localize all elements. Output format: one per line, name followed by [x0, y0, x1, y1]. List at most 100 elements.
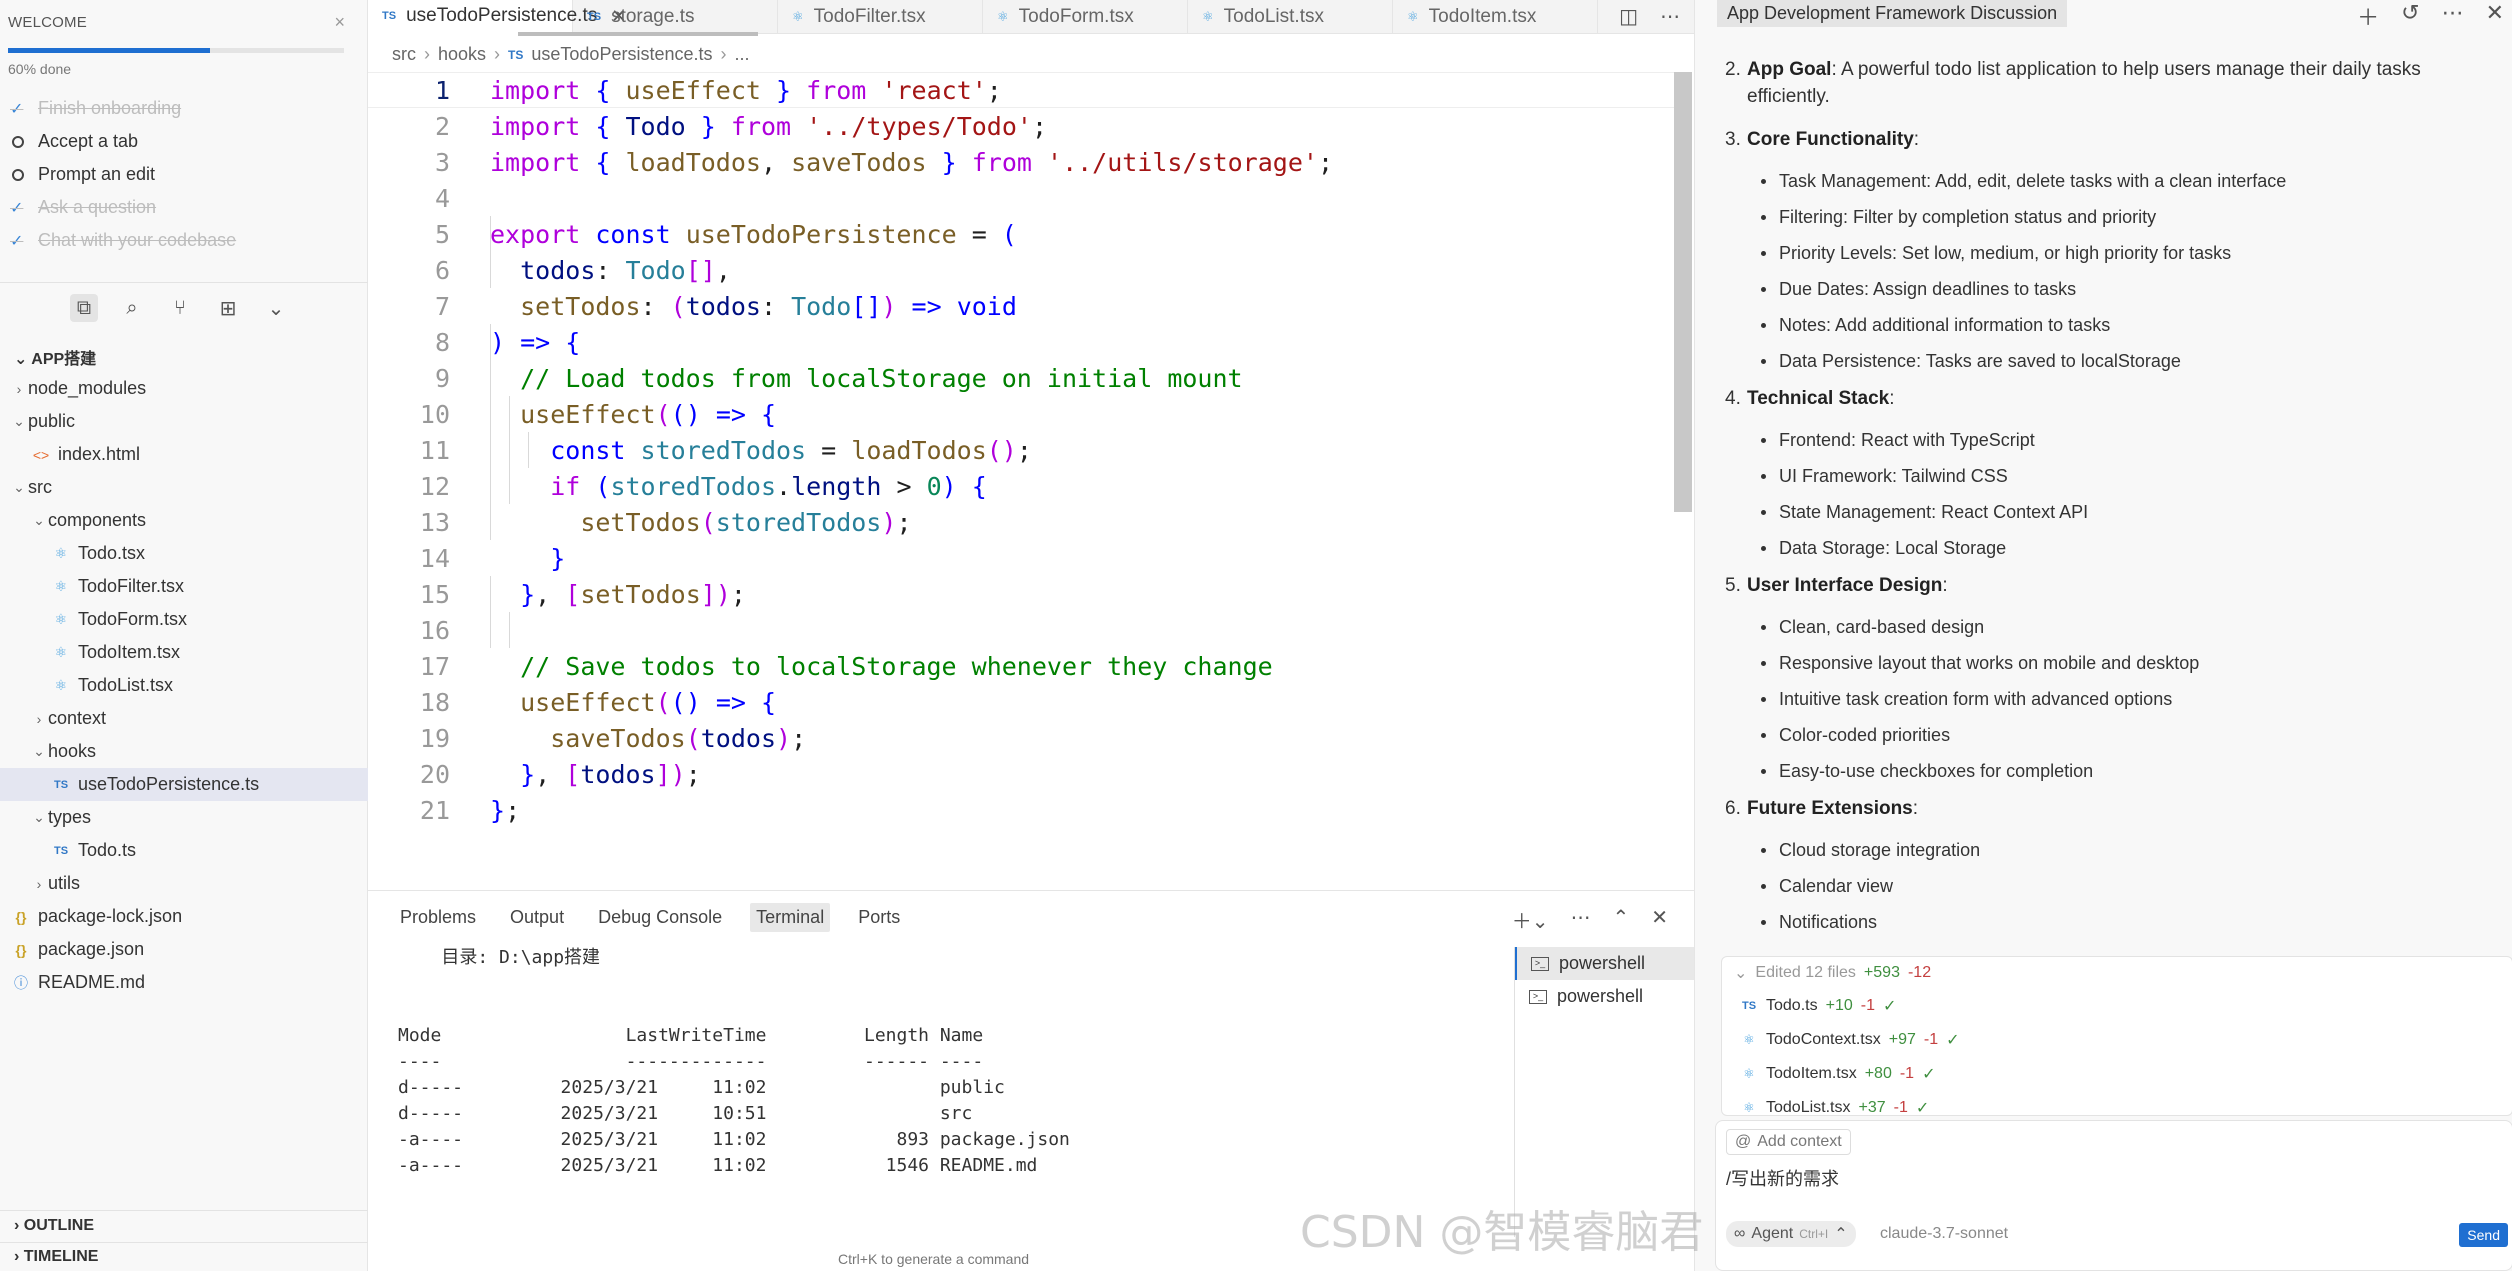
editor-tab[interactable]: ⚛ TodoFilter.tsx — [778, 0, 983, 34]
new-chat-icon[interactable]: ＋ — [2357, 0, 2379, 32]
react-file-icon: ⚛ — [997, 9, 1009, 24]
tree-file[interactable]: ⚛ TodoList.tsx — [0, 669, 368, 702]
section-body: : A powerful todo list application to he… — [1747, 59, 2421, 107]
terminal-output[interactable]: 目录: D:\app搭建 Mode LastWriteTime Length Na… — [398, 945, 1070, 1179]
breadcrumb-more[interactable]: ... — [735, 44, 750, 65]
editor-tab[interactable]: ⚛ TodoForm.tsx — [983, 0, 1188, 34]
ts-file-icon: TS — [587, 11, 602, 23]
breadcrumb-file[interactable]: useTodoPersistence.ts — [531, 44, 712, 65]
outline-section[interactable]: › OUTLINE — [0, 1210, 368, 1240]
sidebar: WELCOME × 60% done ✓ Finish onboarding Acc… — [0, 0, 368, 1271]
tree-folder[interactable]: › context — [0, 702, 368, 735]
code-editor[interactable]: 1 import { useEffect } from 'react'; 2 imp… — [368, 72, 1674, 828]
check-icon: ✓ — [10, 199, 24, 217]
code-line: 10 useEffect(() => { — [368, 396, 1674, 432]
split-editor-icon[interactable]: ◫ — [1619, 4, 1638, 29]
new-terminal-icon[interactable]: ＋⌄ — [1512, 905, 1549, 934]
onboarding-item[interactable]: ✓ Chat with your codebase — [10, 224, 350, 257]
edited-file-row[interactable]: TS Todo.ts +10 -1 ✓ — [1722, 989, 2512, 1023]
bullet-item: Notifications — [1725, 904, 2495, 940]
tree-item-label: types — [48, 807, 92, 827]
breadcrumb-src[interactable]: src — [392, 44, 416, 65]
more-actions-icon[interactable]: ⋯ — [1660, 4, 1680, 29]
add-context-button[interactable]: @ Add context — [1726, 1129, 1851, 1155]
tab-scrollbar[interactable] — [518, 32, 758, 36]
more-actions-icon[interactable]: ⋯ — [1570, 905, 1590, 934]
explorer-root-title[interactable]: ⌄ APP搭建 — [14, 345, 96, 369]
edited-file-row[interactable]: ⚛ TodoItem.tsx +80 -1 ✓ — [1722, 1057, 2512, 1091]
editor-tab[interactable]: ⚛ TodoList.tsx — [1188, 0, 1393, 34]
tree-file[interactable]: ⚛ Todo.tsx — [0, 537, 368, 570]
editor-scrollbar[interactable] — [1674, 72, 1692, 512]
onboarding-item[interactable]: Accept a tab — [10, 125, 350, 158]
search-icon[interactable]: ⌕ — [118, 294, 146, 322]
editor-tab[interactable]: TS storage.ts — [573, 0, 778, 34]
editor-area: TS useTodoPersistence.ts ✕ TS storage.ts ⚛ Tod… — [368, 0, 1694, 890]
ts-file-icon: TS — [508, 47, 524, 62]
close-icon[interactable]: ✕ — [1651, 905, 1668, 934]
tree-folder[interactable]: › utils — [0, 867, 368, 900]
tree-file[interactable]: ⚛ TodoForm.tsx — [0, 603, 368, 636]
source-control-icon[interactable]: ⑂ — [166, 294, 194, 322]
edited-file-name: TodoList.tsx — [1766, 1099, 1851, 1116]
explorer-icon[interactable]: ⧉ — [70, 294, 98, 322]
tree-file[interactable]: TS useTodoPersistence.ts — [0, 768, 368, 801]
editor-tab[interactable]: ⚛ TodoItem.tsx — [1393, 0, 1598, 34]
line-number: 17 — [419, 651, 450, 681]
tree-folder[interactable]: › node_modules — [0, 372, 368, 405]
chat-input[interactable]: /写出新的需求 — [1726, 1165, 1839, 1191]
onboarding-item[interactable]: ✓ Ask a question — [10, 191, 350, 224]
chevron-down-icon[interactable]: ⌄ — [262, 294, 290, 322]
tree-folder[interactable]: ⌄ src — [0, 471, 368, 504]
code-line: 5 export const useTodoPersistence = ( — [368, 216, 1674, 252]
tree-item-label: node_modules — [28, 378, 147, 398]
onboarding-item[interactable]: ✓ Finish onboarding — [10, 92, 350, 125]
onboarding-item[interactable]: Prompt an edit — [10, 158, 350, 191]
edited-file-row[interactable]: ⚛ TodoContext.tsx +97 -1 ✓ — [1722, 1023, 2512, 1057]
tree-folder[interactable]: ⌄ types — [0, 801, 368, 834]
panel-tab[interactable]: Problems — [394, 903, 482, 932]
json-file-icon: {} — [15, 908, 27, 925]
chat-composer: @ Add context /写出新的需求 ∞ Agent Ctrl+I ⌃ c… — [1715, 1120, 2512, 1271]
edited-files-header[interactable]: ⌄ Edited 12 files +593 -12 — [1722, 957, 2512, 989]
tree-folder[interactable]: ⌄ public — [0, 405, 368, 438]
tree-file[interactable]: <> index.html — [0, 438, 368, 471]
breadcrumb-hooks[interactable]: hooks — [438, 44, 486, 65]
tree-file[interactable]: TS Todo.ts — [0, 834, 368, 867]
edited-file-row[interactable]: ⚛ TodoList.tsx +37 -1 ✓ — [1722, 1091, 2512, 1116]
maximize-panel-icon[interactable]: ⌃ — [1612, 905, 1629, 934]
tree-file[interactable]: ⚛ TodoFilter.tsx — [0, 570, 368, 603]
send-button[interactable]: Send — [2459, 1223, 2508, 1247]
panel-tab[interactable]: Ports — [852, 903, 906, 932]
tree-file[interactable]: {} package.json — [0, 933, 368, 966]
chevron-down-icon: ⌄ — [14, 351, 32, 368]
model-selector[interactable]: claude-3.7-sonnet — [1880, 1225, 2008, 1243]
line-number: 18 — [419, 687, 450, 717]
onboarding-item-label: Finish onboarding — [38, 98, 182, 118]
extensions-icon[interactable]: ⊞ — [214, 294, 242, 322]
welcome-close-icon[interactable]: × — [334, 12, 345, 33]
history-icon[interactable]: ↺ — [2401, 0, 2419, 32]
code-line: 4 — [368, 180, 1674, 216]
terminal-line: -a---- 2025/3/21 11:02 1546 README.md — [398, 1155, 1038, 1176]
panel-tab[interactable]: Output — [504, 903, 570, 932]
terminal-instance[interactable]: >_ powershell — [1515, 947, 1694, 980]
timeline-section[interactable]: › TIMELINE — [0, 1242, 368, 1271]
panel-tab[interactable]: Debug Console — [592, 903, 728, 932]
terminal-instance[interactable]: >_ powershell — [1515, 980, 1694, 1013]
editor-tab[interactable]: TS useTodoPersistence.ts ✕ — [368, 0, 626, 34]
panel-tab[interactable]: Terminal — [750, 903, 831, 932]
line-number: 19 — [419, 723, 450, 753]
tree-folder[interactable]: ⌄ hooks — [0, 735, 368, 768]
more-actions-icon[interactable]: ⋯ — [2442, 0, 2464, 32]
tree-file[interactable]: ⓘ README.md — [0, 966, 368, 999]
agent-mode-selector[interactable]: ∞ Agent Ctrl+I ⌃ — [1726, 1221, 1856, 1247]
close-icon[interactable]: ✕ — [2486, 0, 2504, 32]
chat-title[interactable]: App Development Framework Discussion — [1717, 0, 2068, 27]
code-line: 19 saveTodos(todos); — [368, 720, 1674, 756]
tree-file[interactable]: ⚛ TodoItem.tsx — [0, 636, 368, 669]
tree-file[interactable]: {} package-lock.json — [0, 900, 368, 933]
tree-folder[interactable]: ⌄ components — [0, 504, 368, 537]
terminal-hint: Ctrl+K to generate a command — [838, 1251, 1030, 1267]
react-file-icon: ⚛ — [54, 611, 68, 627]
